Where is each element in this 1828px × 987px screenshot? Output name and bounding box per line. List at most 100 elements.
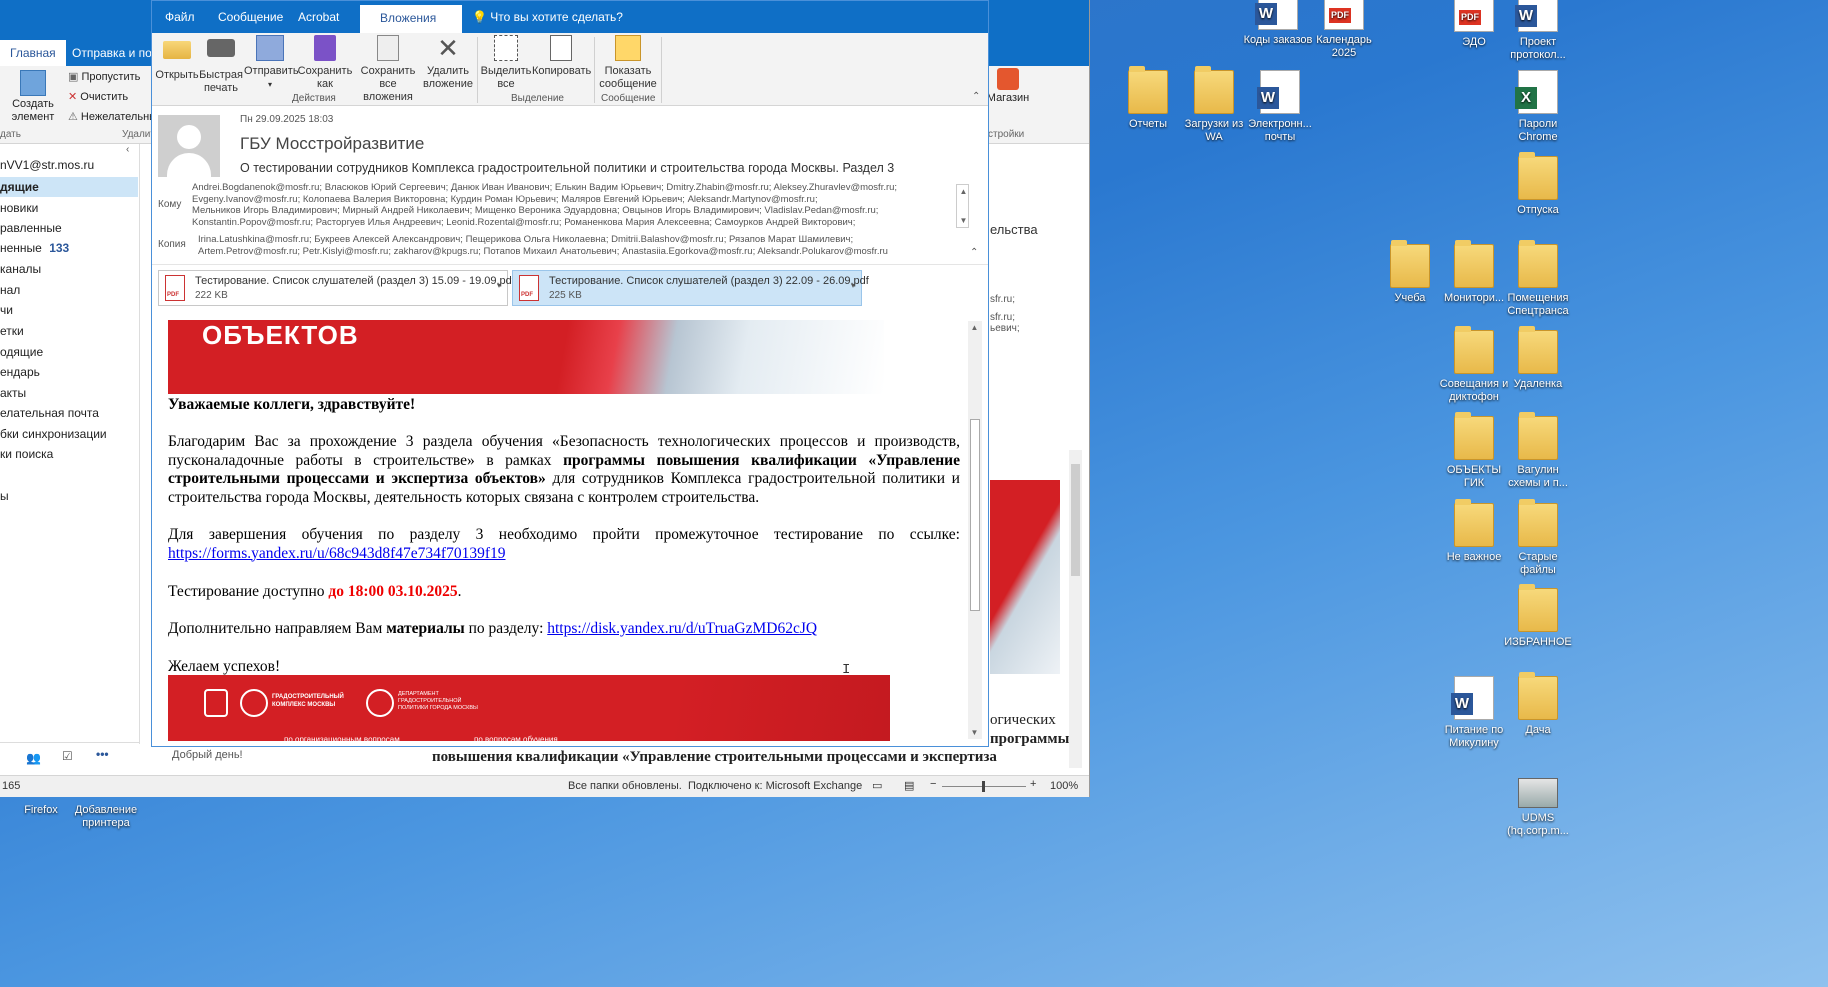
group-selection-label: Выделение: [511, 93, 564, 104]
bg-folder[interactable]: ендарь: [0, 365, 40, 379]
tasks-icon[interactable]: ☑: [62, 749, 73, 763]
body-scrollbar[interactable]: ▲ ▼: [968, 321, 982, 739]
desktop-icon-vagulin[interactable]: Вагулин схемы и п...: [1500, 412, 1576, 490]
scroll-up-icon[interactable]: ▲: [957, 185, 970, 198]
group-separator: [594, 37, 595, 103]
desktop-icon-elektronn[interactable]: Электронн... почты: [1242, 70, 1318, 144]
desktop-icon-kody[interactable]: Коды заказов: [1240, 0, 1316, 47]
bg-junk-button[interactable]: ⚠ Нежелательные: [68, 110, 163, 123]
scroll-down-icon[interactable]: ▼: [957, 214, 970, 227]
people-icon[interactable]: 👥: [26, 751, 41, 765]
zoom-level[interactable]: 100%: [1050, 780, 1078, 792]
paragraph-deadline: Тестирование доступно до 18:00 03.10.202…: [168, 583, 462, 600]
collapse-header-icon[interactable]: ⌃: [970, 247, 978, 258]
remove-x-icon: ✕: [437, 33, 459, 63]
copy-button[interactable]: Копировать: [532, 33, 591, 78]
scroll-up-icon[interactable]: ▲: [968, 321, 981, 334]
desktop-icon-calendar[interactable]: Календарь 2025: [1306, 0, 1382, 60]
folder-icon: [1454, 240, 1494, 288]
send-button[interactable]: Отправить ▾: [244, 33, 299, 91]
bg-folder[interactable]: новики: [0, 201, 38, 215]
collapse-ribbon-icon[interactable]: ⌃: [972, 91, 980, 102]
attachment-item[interactable]: Тестирование. Список слушателей (раздел …: [158, 270, 515, 306]
bg-folder[interactable]: елательная почта: [0, 406, 99, 420]
bg-create-button[interactable]: Создать элемент: [8, 70, 58, 124]
tell-me-box[interactable]: 💡 Что вы хотите сделать?: [472, 10, 623, 24]
bg-store-button[interactable]: Магазин: [986, 68, 1030, 104]
collapse-icon[interactable]: ‹: [126, 144, 129, 155]
desktop-icon-otchety[interactable]: Отчеты: [1110, 66, 1186, 131]
bg-skip-button[interactable]: ▣ Пропустить: [68, 70, 140, 83]
save-all-button[interactable]: Сохранить все вложения: [354, 33, 422, 104]
scroll-down-icon[interactable]: ▼: [968, 726, 981, 739]
zoom-slider[interactable]: [942, 781, 1026, 792]
zoom-in-icon[interactable]: +: [1030, 778, 1036, 790]
desktop-icon-izbrannoe[interactable]: ИЗБРАННОЕ: [1500, 584, 1576, 649]
zoom-slider-thumb[interactable]: [982, 781, 985, 792]
to-label: Кому: [158, 199, 182, 210]
bg-folder[interactable]: равленные: [0, 221, 62, 235]
bg-folder[interactable]: ки поиска: [0, 447, 53, 461]
group-separator: [477, 37, 478, 103]
bg-reading-recip: sfr.ru;: [990, 294, 1016, 305]
test-form-link[interactable]: https://forms.yandex.ru/u/68c943d8f47e73…: [168, 545, 506, 562]
tab-attachments[interactable]: Вложения: [360, 5, 462, 33]
paragraph-thanks: Благодарим Вас за прохождение 3 раздела …: [168, 433, 960, 506]
to-scrollbar[interactable]: ▲ ▼: [956, 184, 969, 228]
more-icon[interactable]: •••: [96, 747, 109, 761]
desktop-icon-dacha[interactable]: Дача: [1500, 672, 1576, 737]
bg-folder[interactable]: каналы: [0, 262, 41, 276]
bg-clean-button[interactable]: ✕ Очистить: [68, 90, 128, 103]
tab-message[interactable]: Сообщение: [218, 10, 283, 24]
tab-acrobat[interactable]: Acrobat: [298, 10, 339, 24]
bg-reading-title: ельства: [990, 222, 1038, 237]
bg-tab-home[interactable]: Главная: [0, 40, 66, 66]
save-as-button[interactable]: Сохранить как: [296, 33, 354, 91]
desktop-icon-proekt[interactable]: Проект протокол...: [1500, 0, 1576, 62]
bg-folder[interactable]: дящие: [0, 177, 138, 197]
bg-folder[interactable]: бки синхронизации: [0, 427, 107, 441]
desktop-icon-starye[interactable]: Старые файлы: [1500, 499, 1576, 577]
quick-print-button[interactable]: Быстрая печать: [199, 33, 243, 95]
zoom-out-icon[interactable]: −: [930, 778, 936, 790]
desktop-icon-udalenka[interactable]: Удаленка: [1500, 326, 1576, 391]
attachment-item-selected[interactable]: Тестирование. Список слушателей (раздел …: [512, 270, 869, 306]
materials-link[interactable]: https://disk.yandex.ru/d/uTruaGzMD62cJQ: [547, 620, 817, 637]
bg-folder[interactable]: нал: [0, 283, 20, 297]
scroll-thumb[interactable]: [970, 419, 980, 611]
junk-icon: ⚠: [68, 111, 81, 123]
chevron-down-icon[interactable]: ▾: [851, 281, 855, 290]
taskbar-printer-label[interactable]: Добавление принтера: [68, 804, 144, 830]
bg-folder[interactable]: чи: [0, 303, 13, 317]
remove-attachment-button[interactable]: ✕ Удалить вложение: [422, 33, 474, 91]
desktop-icon-udms[interactable]: UDMS (hq.corp.m...: [1500, 770, 1576, 838]
clean-icon: ✕: [68, 91, 81, 103]
message-window: Файл Сообщение Acrobat Вложения 💡 Что вы…: [151, 0, 989, 747]
normal-view-icon[interactable]: ▭: [872, 779, 882, 792]
bg-folder[interactable]: етки: [0, 324, 24, 338]
select-all-button[interactable]: Выделить все: [480, 33, 532, 91]
bg-folder[interactable]: ы: [0, 489, 9, 503]
scroll-thumb[interactable]: [1071, 464, 1080, 576]
computer-icon: [1518, 778, 1558, 808]
to-recipients[interactable]: Andrei.Bogdanenok@mosfr.ru; Власюков Юри…: [192, 182, 897, 228]
taskbar-firefox-label[interactable]: Firefox: [18, 804, 64, 817]
open-button[interactable]: Открыть: [155, 33, 199, 82]
chevron-down-icon[interactable]: ▾: [497, 281, 501, 290]
deadline-text: до 18:00 03.10.2025: [328, 583, 458, 600]
bg-folder[interactable]: одящие: [0, 345, 43, 359]
bg-preview-text[interactable]: Добрый день!: [172, 749, 243, 761]
cc-recipients[interactable]: Irina.Latushkina@mosfr.ru; Букреев Алекс…: [198, 234, 888, 257]
reading-view-icon[interactable]: ▤: [904, 779, 914, 792]
desktop-icon-zagruzki[interactable]: Загрузки из WA: [1176, 66, 1252, 144]
sender-name[interactable]: ГБУ Мосстройразвитие: [240, 134, 424, 154]
show-message-button[interactable]: Показать сообщение: [598, 33, 658, 91]
desktop-icon-otpuska[interactable]: Отпуска: [1500, 152, 1576, 217]
text-cursor-icon: I: [842, 662, 851, 678]
tab-file[interactable]: Файл: [165, 10, 195, 24]
bg-folder[interactable]: ненные 133: [0, 241, 69, 255]
bg-folder[interactable]: акты: [0, 386, 26, 400]
desktop-icon-pomeshcheniya[interactable]: Помещения Спецтранса: [1500, 240, 1576, 318]
desktop-icon-paroli[interactable]: Пароли Chrome: [1500, 70, 1576, 144]
bg-reading-scrollbar[interactable]: [1069, 450, 1082, 768]
